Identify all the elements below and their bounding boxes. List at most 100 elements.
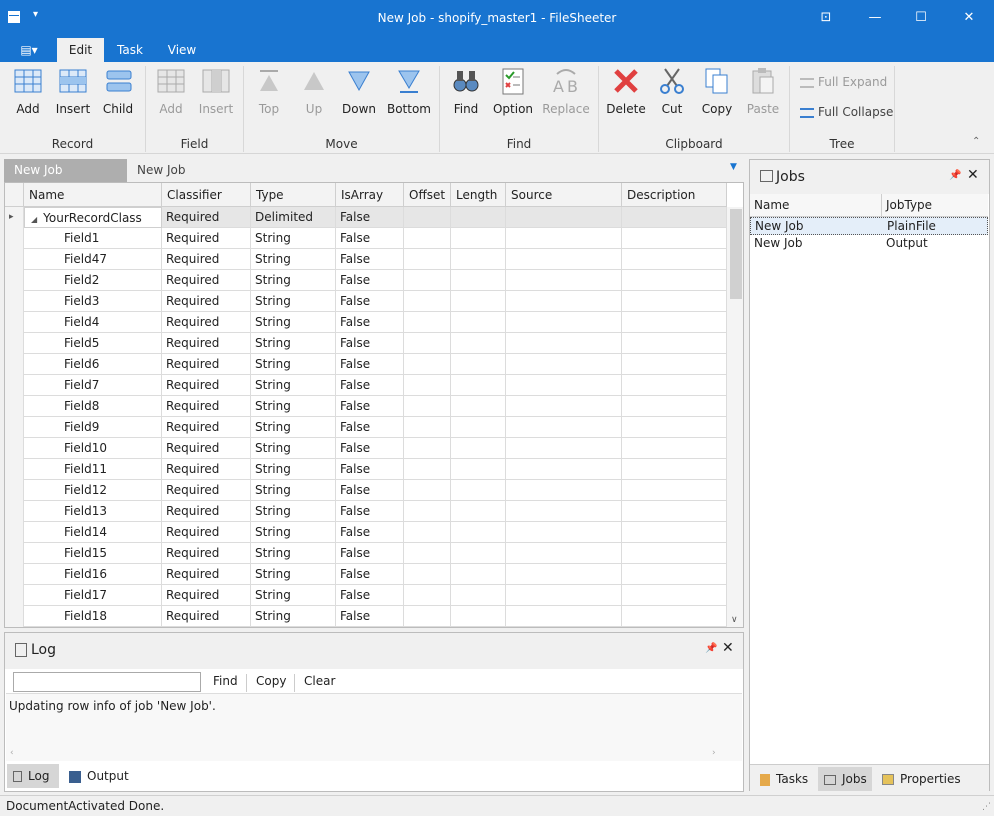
grid-column-header[interactable]: Description — [622, 183, 727, 207]
grid-header-corner[interactable] — [5, 183, 24, 207]
table-row[interactable]: Field5 Required String False — [5, 333, 727, 354]
isarray-cell[interactable]: False — [336, 459, 404, 480]
source-cell[interactable] — [506, 291, 622, 312]
length-cell[interactable] — [451, 270, 506, 291]
offset-cell[interactable] — [404, 501, 451, 522]
restore-layout-icon[interactable]: ⊡ — [803, 0, 849, 37]
offset-cell[interactable] — [404, 249, 451, 270]
log-output-area[interactable]: Updating row info of job 'New Job'. ‹ › — [6, 693, 742, 761]
row-indicator[interactable] — [5, 564, 24, 585]
source-cell[interactable] — [506, 438, 622, 459]
offset-cell[interactable] — [404, 228, 451, 249]
description-cell[interactable] — [622, 564, 727, 585]
source-cell[interactable] — [506, 333, 622, 354]
isarray-cell[interactable]: False — [336, 291, 404, 312]
cut-button[interactable]: Cut — [649, 66, 695, 126]
field-name-cell[interactable]: Field5 — [24, 333, 162, 354]
type-cell[interactable]: String — [251, 459, 336, 480]
log-find-button[interactable]: Find — [213, 674, 238, 688]
close-button[interactable]: ✕ — [946, 0, 992, 37]
classifier-cell[interactable]: Required — [162, 270, 251, 291]
replace-button[interactable]: AB Replace — [541, 66, 591, 126]
table-row[interactable]: Field47 Required String False — [5, 249, 727, 270]
length-cell[interactable] — [451, 249, 506, 270]
isarray-cell[interactable]: False — [336, 438, 404, 459]
row-indicator[interactable] — [5, 459, 24, 480]
row-indicator[interactable] — [5, 585, 24, 606]
type-cell[interactable]: String — [251, 501, 336, 522]
offset-cell[interactable] — [404, 459, 451, 480]
option-button[interactable]: Option — [490, 66, 536, 126]
offset-cell[interactable] — [404, 333, 451, 354]
field-name-cell[interactable]: Field12 — [24, 480, 162, 501]
field-name-cell[interactable]: Field3 — [24, 291, 162, 312]
pin-icon[interactable]: 📌 — [705, 643, 717, 654]
description-cell[interactable] — [622, 270, 727, 291]
row-indicator[interactable] — [5, 312, 24, 333]
description-cell[interactable] — [622, 333, 727, 354]
table-row[interactable]: Field12 Required String False — [5, 480, 727, 501]
table-row[interactable]: Field13 Required String False — [5, 501, 727, 522]
offset-cell[interactable] — [404, 480, 451, 501]
table-row[interactable]: Field2 Required String False — [5, 270, 727, 291]
description-cell[interactable] — [622, 249, 727, 270]
grid-column-header[interactable]: Classifier — [162, 183, 251, 207]
offset-cell[interactable] — [404, 585, 451, 606]
length-cell[interactable] — [451, 564, 506, 585]
grid-column-header[interactable]: Name — [24, 183, 162, 207]
row-indicator[interactable] — [5, 375, 24, 396]
classifier-cell[interactable]: Required — [162, 522, 251, 543]
type-cell[interactable]: String — [251, 417, 336, 438]
row-indicator[interactable] — [5, 333, 24, 354]
type-cell[interactable]: String — [251, 249, 336, 270]
description-cell[interactable] — [622, 375, 727, 396]
grid-column-header[interactable]: Length — [451, 183, 506, 207]
field-insert-button[interactable]: Insert — [193, 66, 239, 126]
table-row[interactable]: Field8 Required String False — [5, 396, 727, 417]
source-cell[interactable] — [506, 375, 622, 396]
row-indicator[interactable] — [5, 438, 24, 459]
move-top-button[interactable]: Top — [246, 66, 292, 126]
description-cell[interactable] — [622, 291, 727, 312]
doc-tab[interactable]: New Job — [127, 159, 267, 182]
offset-cell[interactable] — [404, 270, 451, 291]
field-name-cell[interactable]: Field47 — [24, 249, 162, 270]
description-cell[interactable] — [622, 606, 727, 627]
row-indicator[interactable] — [5, 480, 24, 501]
description-cell[interactable] — [622, 417, 727, 438]
classifier-cell[interactable]: Required — [162, 375, 251, 396]
isarray-cell[interactable]: False — [336, 228, 404, 249]
row-indicator[interactable] — [5, 543, 24, 564]
offset-cell[interactable] — [404, 564, 451, 585]
tab-properties[interactable]: Properties — [876, 767, 966, 791]
type-cell[interactable]: String — [251, 333, 336, 354]
field-name-cell[interactable]: Field8 — [24, 396, 162, 417]
tab-tasks[interactable]: Tasks — [754, 767, 816, 791]
field-name-cell[interactable]: Field13 — [24, 501, 162, 522]
isarray-cell[interactable]: False — [336, 585, 404, 606]
field-name-cell[interactable]: Field9 — [24, 417, 162, 438]
table-row[interactable]: Field18 Required String False — [5, 606, 727, 627]
description-cell[interactable] — [622, 438, 727, 459]
log-search-input[interactable] — [13, 672, 201, 692]
length-cell[interactable] — [451, 438, 506, 459]
source-cell[interactable] — [506, 417, 622, 438]
tab-dropdown-icon[interactable]: ▼ — [730, 162, 737, 172]
app-menu-icon[interactable]: ▤▾ — [12, 38, 46, 62]
record-name-cell[interactable]: ◢ YourRecordClass — [24, 207, 162, 228]
doc-tab-active[interactable]: New Job — [4, 159, 127, 182]
isarray-cell[interactable]: False — [336, 564, 404, 585]
description-cell[interactable] — [622, 522, 727, 543]
tab-edit[interactable]: Edit — [57, 38, 104, 62]
description-cell[interactable] — [622, 354, 727, 375]
classifier-cell[interactable]: Required — [162, 564, 251, 585]
source-cell[interactable] — [506, 522, 622, 543]
length-cell[interactable] — [451, 207, 506, 228]
table-row[interactable]: Field16 Required String False — [5, 564, 727, 585]
row-indicator[interactable] — [5, 354, 24, 375]
source-cell[interactable] — [506, 270, 622, 291]
length-cell[interactable] — [451, 396, 506, 417]
table-row[interactable]: Field14 Required String False — [5, 522, 727, 543]
scroll-right-icon[interactable]: › — [712, 748, 716, 758]
table-row[interactable]: Field10 Required String False — [5, 438, 727, 459]
